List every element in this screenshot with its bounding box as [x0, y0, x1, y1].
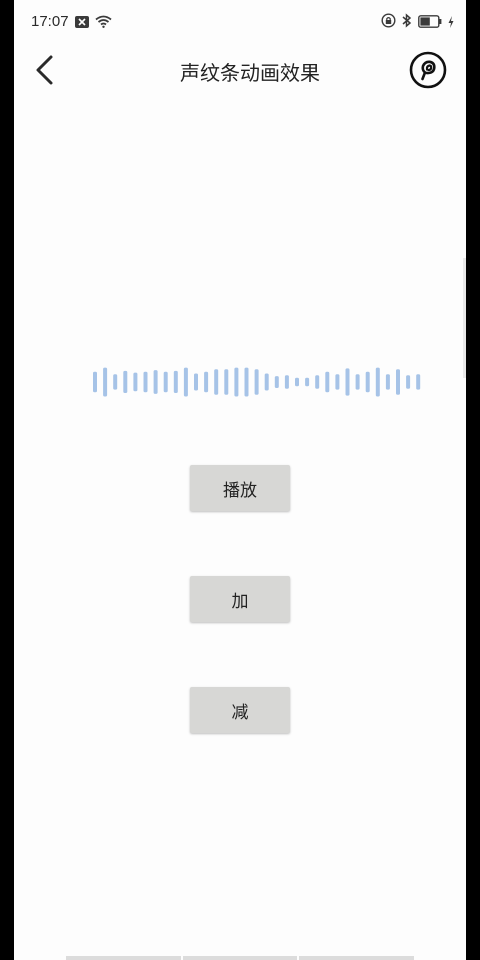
status-right-icons [381, 12, 454, 32]
waveform-bar [396, 369, 400, 395]
waveform-bar [93, 371, 97, 393]
waveform-bar [214, 369, 219, 395]
app-logo-icon [409, 51, 447, 89]
waveform-bar [224, 369, 229, 395]
scroll-indicator [463, 258, 466, 378]
waveform-bar [234, 367, 239, 397]
lock-rotation-icon [381, 12, 396, 32]
wifi-icon [95, 13, 112, 32]
add-button[interactable]: 加 [190, 576, 290, 622]
waveform-bar [355, 374, 360, 390]
waveform-bar [113, 374, 118, 390]
waveform-bar [173, 370, 178, 393]
waveform-bar [264, 373, 269, 391]
subtract-button[interactable]: 减 [190, 687, 290, 733]
waveform-bar [254, 369, 259, 395]
waveform-bar [143, 371, 148, 393]
status-time: 17:07 [31, 13, 69, 30]
waveform-bar [244, 367, 249, 397]
waveform-bar [315, 375, 320, 389]
waveform-bar [194, 373, 198, 391]
waveform-bar [365, 371, 370, 393]
waveform-bar [335, 374, 340, 390]
status-bar: 17:07 [14, 0, 466, 44]
bottom-peek-segment [182, 956, 298, 960]
bottom-peek-segment [299, 956, 415, 960]
app-bar: 声纹条动画效果 [14, 44, 466, 96]
waveform-bar [295, 377, 299, 387]
bottom-peek-segment [66, 956, 181, 960]
waveform-bar [204, 371, 209, 393]
waveform-bar [406, 375, 411, 389]
waveform-bar [385, 374, 390, 390]
bottom-peek-bar [66, 956, 415, 960]
voiceprint-waveform [93, 367, 421, 397]
battery-icon [418, 13, 442, 32]
play-button[interactable]: 播放 [190, 465, 290, 511]
waveform-bar [345, 368, 350, 396]
waveform-bar [103, 367, 108, 397]
status-left-icons [75, 15, 112, 29]
charging-icon [448, 13, 454, 32]
waveform-bar [284, 375, 289, 389]
waveform-bar [133, 372, 138, 392]
waveform-bar [183, 367, 188, 397]
page-title: 声纹条动画效果 [180, 61, 320, 85]
app-logo-button[interactable] [409, 51, 447, 89]
notification-x-icon [75, 13, 89, 32]
waveform-bar [416, 374, 421, 390]
bluetooth-icon [402, 12, 412, 32]
waveform-bar [305, 377, 310, 387]
waveform-bar [274, 376, 279, 388]
app-screen: 17:07 声纹条动画效果 播放 加 减 [14, 0, 466, 960]
waveform-bar [153, 370, 158, 394]
waveform-bar [375, 367, 380, 397]
waveform-bar [163, 371, 168, 393]
waveform-bar [325, 371, 330, 393]
waveform-bar [123, 370, 128, 393]
